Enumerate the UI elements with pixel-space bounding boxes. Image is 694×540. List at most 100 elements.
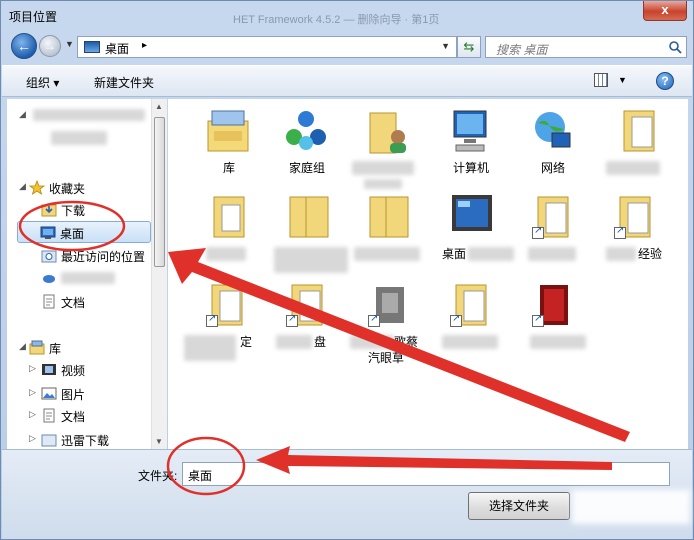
nav-label-documents-lib: 文档 <box>61 410 86 424</box>
view-icon[interactable] <box>594 73 608 87</box>
file-item-folder[interactable] <box>264 189 348 275</box>
file-label: 网络 <box>540 161 565 175</box>
desktop-icon <box>40 226 56 239</box>
nav-label-pictures: 图片 <box>61 388 86 402</box>
document-icon <box>43 408 55 423</box>
file-item-network[interactable]: 网络 <box>508 103 592 189</box>
nav-item-library[interactable]: ◢ 库 <box>7 337 153 359</box>
collapse-arrow-icon[interactable]: ◢ <box>19 341 26 352</box>
nav-item-favorites[interactable]: ◢ 收藏夹 <box>7 177 153 199</box>
nav-item-downloads[interactable]: 下载 <box>7 199 153 221</box>
title-bar: 项目位置 HET Framework 4.5.2 — 删除向导 · 第1页 x <box>1 1 693 29</box>
select-folder-button[interactable]: 选择文件夹 <box>468 492 570 520</box>
expand-arrow-icon[interactable]: ▷ <box>29 409 36 420</box>
nav-item-user[interactable]: ◢ <box>7 105 153 127</box>
refresh-button[interactable]: ⇆ <box>457 36 481 58</box>
file-item-folder[interactable] <box>186 189 270 275</box>
file-item-user-folder[interactable] <box>344 103 428 189</box>
redacted-label <box>33 109 145 121</box>
shortcut-arrow-icon <box>450 313 462 327</box>
folder-name-input[interactable]: 桌面 <box>182 462 670 486</box>
file-item-desktop-app[interactable]: 桌面 <box>428 189 514 275</box>
redacted-label <box>354 247 420 261</box>
file-item-shortcut[interactable]: 盘 <box>264 277 348 363</box>
nav-label-video: 视频 <box>61 364 86 378</box>
close-button[interactable]: x <box>643 1 687 21</box>
nav-item-pictures[interactable]: ▷ 图片 <box>7 383 153 405</box>
folder-icon <box>369 196 409 238</box>
nav-label-xunlei: 迅雷下载 <box>61 434 110 448</box>
file-item-redacted[interactable] <box>596 103 680 189</box>
library-icon <box>207 110 249 152</box>
breadcrumb-chevron-icon[interactable]: ▸ <box>142 40 147 51</box>
back-button[interactable]: ← <box>11 33 37 59</box>
nav-item-video[interactable]: ▷ 视频 <box>7 359 153 381</box>
desktop-icon <box>84 41 100 53</box>
address-text[interactable]: 桌面 <box>105 40 129 57</box>
nav-item-desktop[interactable]: 桌面 <box>17 221 151 243</box>
scroll-up-icon[interactable]: ▲ <box>155 102 163 111</box>
pictures-library-icon <box>41 387 57 400</box>
search-icon[interactable] <box>668 40 682 54</box>
expand-arrow-icon[interactable]: ▷ <box>29 433 36 444</box>
nav-label-recent: 最近访问的位置 <box>61 250 146 264</box>
file-item-shortcut-app[interactable]: 歌蔡 汽眼草 <box>346 277 430 365</box>
navigation-bar: ← → ▼ 桌面 ▸ ▼ ⇆ 搜索 桌面 <box>5 31 689 61</box>
redacted-label <box>350 335 394 349</box>
file-item-library[interactable]: 库 <box>184 103 268 189</box>
nav-label-favorites: 收藏夹 <box>49 182 86 196</box>
folder-name-value[interactable]: 桌面 <box>188 467 212 484</box>
watermark-blur <box>572 490 690 524</box>
redacted-label <box>528 247 576 261</box>
new-folder-button[interactable]: 新建文件夹 <box>94 74 154 91</box>
nav-item-documents-fav[interactable]: 文档 <box>7 291 153 313</box>
file-item-folder[interactable] <box>344 189 428 275</box>
file-label: 库 <box>222 161 235 175</box>
nav-item-xunlei[interactable]: ▷ 迅雷下载 <box>7 429 153 449</box>
shortcut-arrow-icon <box>368 313 380 327</box>
shortcut-arrow-icon <box>532 313 544 327</box>
expand-arrow-icon[interactable]: ▷ <box>29 363 36 374</box>
redacted-label <box>468 247 514 261</box>
redacted-label <box>352 161 414 175</box>
folder-picker-dialog: 项目位置 HET Framework 4.5.2 — 删除向导 · 第1页 x … <box>0 0 694 540</box>
scroll-down-icon[interactable]: ▼ <box>155 437 163 446</box>
folder-label: 文件夹: <box>138 469 178 483</box>
nav-item-redacted[interactable] <box>7 267 153 289</box>
collapse-arrow-icon[interactable]: ◢ <box>19 181 26 192</box>
address-bar[interactable]: 桌面 ▸ ▼ <box>77 36 457 58</box>
file-item-shortcut[interactable]: 定 <box>184 277 268 363</box>
redacted-label <box>364 179 402 189</box>
nav-label-downloads: 下载 <box>61 204 86 218</box>
redacted-label <box>274 247 348 273</box>
refresh-icon: ⇆ <box>463 39 475 54</box>
file-label: 盘 <box>314 335 327 349</box>
scrollbar-thumb[interactable] <box>154 117 165 267</box>
expand-arrow-icon[interactable]: ▷ <box>29 387 36 398</box>
file-item-shortcut-experiment[interactable]: 经验 <box>592 189 676 275</box>
document-icon <box>43 294 55 309</box>
video-library-icon <box>42 364 56 375</box>
forward-button[interactable]: → <box>39 35 61 57</box>
file-item-shortcut[interactable] <box>428 277 512 363</box>
cloud-drive-icon <box>43 275 55 283</box>
view-dropdown-icon[interactable]: ▼ <box>618 75 627 85</box>
library-icon <box>29 340 45 355</box>
nav-item-recent[interactable]: 最近访问的位置 <box>7 245 153 267</box>
redacted-label <box>606 247 636 261</box>
back-arrow-icon: ← <box>17 38 31 54</box>
nav-pane-scrollbar[interactable]: ▲ ▼ <box>151 99 167 449</box>
file-item-shortcut[interactable] <box>510 277 594 363</box>
file-item-homegroup[interactable]: 家庭组 <box>262 103 346 189</box>
search-input[interactable]: 搜索 桌面 <box>485 36 687 58</box>
address-dropdown-icon[interactable]: ▼ <box>441 41 450 51</box>
nav-item-documents[interactable]: ▷ 文档 <box>7 405 153 427</box>
file-item-computer[interactable]: 计算机 <box>426 103 510 189</box>
nav-label-desktop: 桌面 <box>60 227 85 241</box>
collapse-arrow-icon[interactable]: ◢ <box>19 109 26 120</box>
file-item-shortcut[interactable] <box>510 189 594 275</box>
help-icon[interactable]: ? <box>656 72 674 90</box>
redacted-label <box>206 247 246 261</box>
organize-menu[interactable]: 组织 ▾ <box>26 74 59 91</box>
history-dropdown-icon[interactable]: ▼ <box>65 39 74 49</box>
